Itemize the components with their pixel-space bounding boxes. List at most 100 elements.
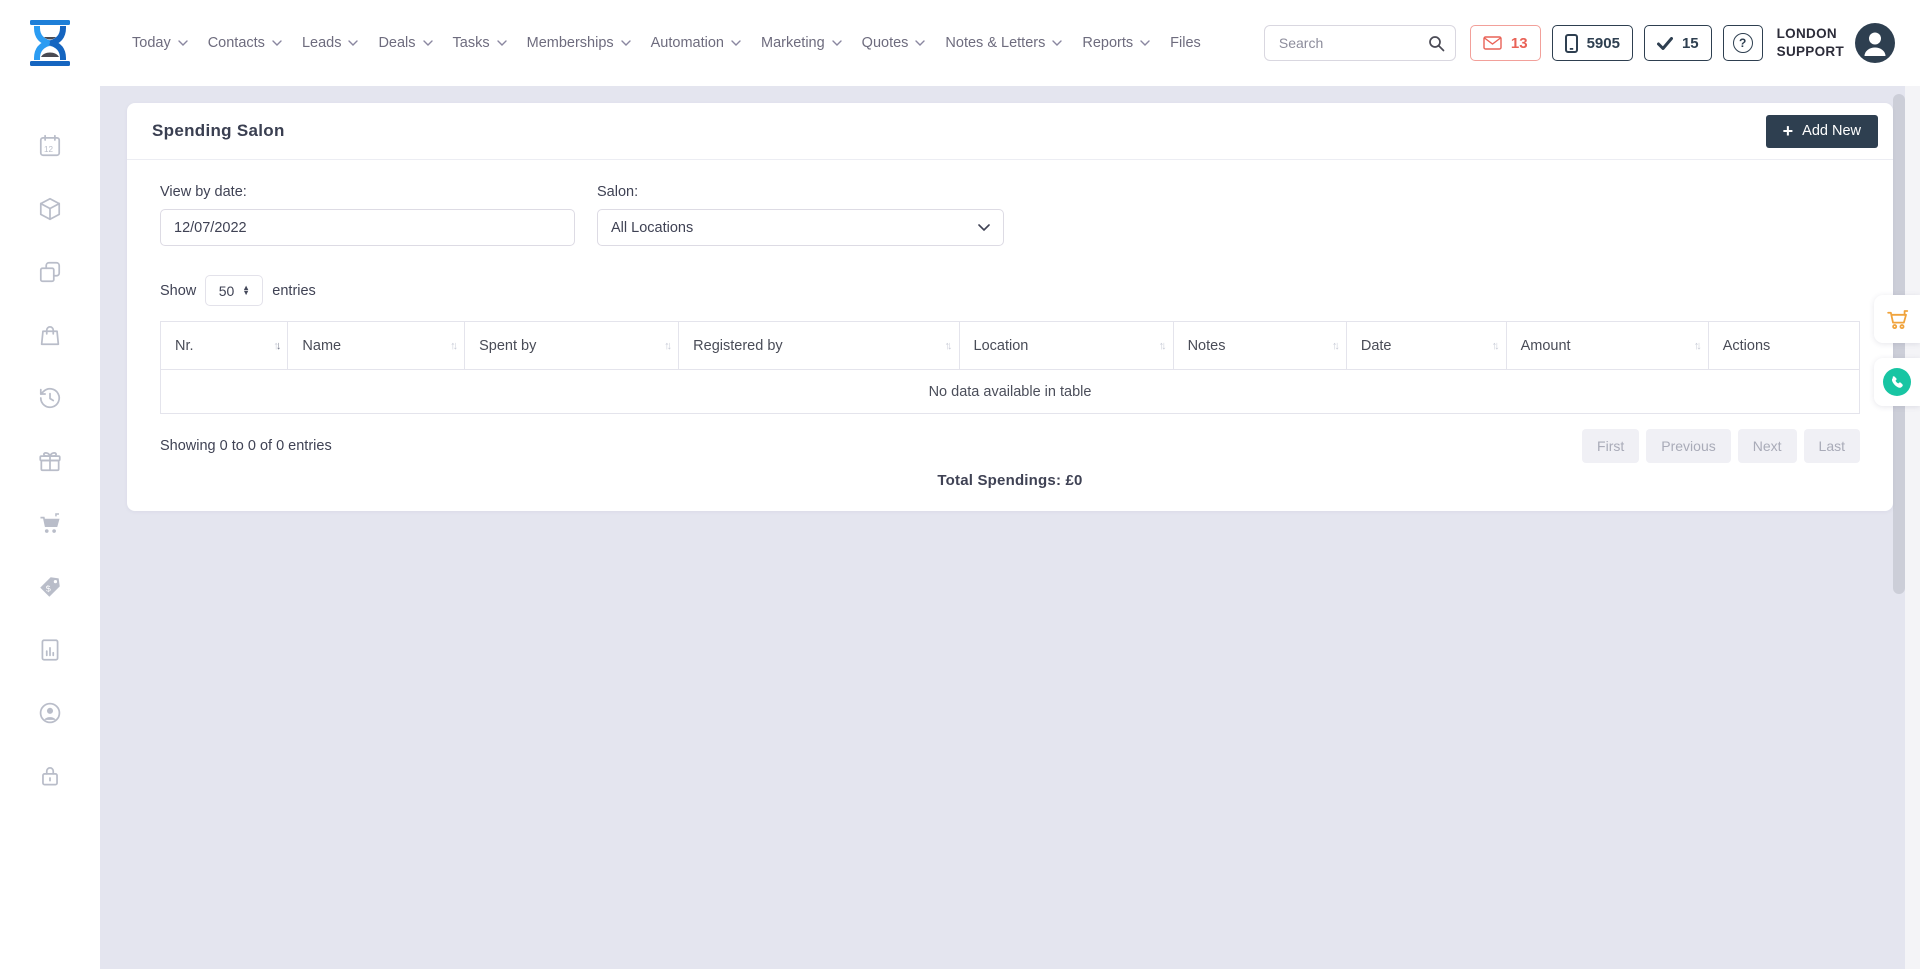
column-header-date[interactable]: Date↑↓ <box>1346 322 1506 370</box>
content-area: Spending Salon + Add New View by date: S… <box>100 86 1920 969</box>
nav-item-quotes[interactable]: Quotes <box>862 35 926 51</box>
search-box <box>1264 25 1456 61</box>
pagination: First Previous Next Last <box>1582 429 1860 463</box>
table-header-row: Nr.↑↓ Name↑↓ Spent by↑↓ Registered by↑↓ … <box>161 322 1860 370</box>
date-input[interactable] <box>160 209 575 246</box>
sidebar-item-products[interactable] <box>37 195 64 222</box>
sidebar-item-cart[interactable] <box>37 510 64 537</box>
column-header-spent-by[interactable]: Spent by↑↓ <box>465 322 679 370</box>
chevron-down-icon <box>1140 40 1150 47</box>
column-header-nr[interactable]: Nr.↑↓ <box>161 322 288 370</box>
entries-select[interactable]: 50 ▲▼ <box>205 275 263 306</box>
app-root: Today Contacts Leads Deals Tasks Members… <box>0 0 1920 969</box>
search-input[interactable] <box>1279 35 1420 51</box>
sort-icon: ↑↓ <box>1492 340 1497 352</box>
messages-badge[interactable]: 13 <box>1470 25 1541 61</box>
salon-select[interactable]: All Locations <box>597 209 1004 246</box>
gift-icon <box>37 448 63 474</box>
package-icon <box>37 196 63 222</box>
question-icon: ? <box>1733 33 1753 53</box>
app-logo[interactable] <box>24 17 76 69</box>
phone-widget-button[interactable] <box>1874 358 1920 406</box>
scrollbar-thumb[interactable] <box>1893 94 1905 594</box>
spending-salon-panel: Spending Salon + Add New View by date: S… <box>127 103 1893 511</box>
sidebar-item-shopping[interactable] <box>37 321 64 348</box>
chevron-down-icon <box>1052 40 1062 47</box>
sidebar-item-pricing[interactable]: $ <box>37 573 64 600</box>
nav-item-automation[interactable]: Automation <box>651 35 741 51</box>
add-new-button[interactable]: + Add New <box>1766 115 1878 148</box>
salon-select-value: All Locations <box>611 220 693 236</box>
nav-item-marketing[interactable]: Marketing <box>761 35 842 51</box>
pagination-previous-button[interactable]: Previous <box>1646 429 1730 463</box>
length-menu-prefix: Show <box>160 283 196 299</box>
chevron-down-icon <box>497 40 507 47</box>
column-header-amount[interactable]: Amount↑↓ <box>1506 322 1708 370</box>
lock-icon <box>37 763 63 789</box>
nav-item-reports[interactable]: Reports <box>1082 35 1150 51</box>
total-spendings: Total Spendings: £0 <box>160 472 1860 489</box>
sidebar-item-security[interactable] <box>37 762 64 789</box>
column-header-name[interactable]: Name↑↓ <box>288 322 465 370</box>
sidebar-item-history[interactable] <box>37 384 64 411</box>
sidebar-item-account[interactable] <box>37 699 64 726</box>
nav-item-deals[interactable]: Deals <box>378 35 432 51</box>
phone-badge[interactable]: 5905 <box>1552 25 1633 61</box>
column-header-notes[interactable]: Notes↑↓ <box>1173 322 1346 370</box>
sidebar-item-duplicates[interactable] <box>37 258 64 285</box>
top-navigation-bar: Today Contacts Leads Deals Tasks Members… <box>0 0 1920 86</box>
nav-item-files[interactable]: Files <box>1170 35 1201 51</box>
user-circle-icon <box>37 700 63 726</box>
sidebar-item-calendar[interactable]: 12 <box>37 132 64 159</box>
history-icon <box>37 385 63 411</box>
nav-item-leads[interactable]: Leads <box>302 35 359 51</box>
sort-icon: ↑↓ <box>450 340 455 352</box>
cart-widget-button[interactable] <box>1874 295 1920 343</box>
pagination-last-button[interactable]: Last <box>1804 429 1860 463</box>
nav-item-notes-letters[interactable]: Notes & Letters <box>945 35 1062 51</box>
tasks-badge[interactable]: 15 <box>1644 25 1712 61</box>
sort-icon: ↑↓ <box>1332 340 1337 352</box>
nav-item-tasks[interactable]: Tasks <box>453 35 507 51</box>
main-nav: Today Contacts Leads Deals Tasks Members… <box>132 35 1201 51</box>
sort-icon: ↑↓ <box>273 340 278 352</box>
entries-select-value: 50 <box>219 283 235 299</box>
pagination-first-button[interactable]: First <box>1582 429 1639 463</box>
tasks-count: 15 <box>1682 35 1699 52</box>
column-header-actions: Actions <box>1708 322 1859 370</box>
spinner-arrows-icon: ▲▼ <box>242 286 249 295</box>
help-badge[interactable]: ? <box>1723 25 1763 61</box>
nav-item-today[interactable]: Today <box>132 35 188 51</box>
nav-item-contacts[interactable]: Contacts <box>208 35 282 51</box>
chevron-down-icon <box>978 224 990 232</box>
sidebar-item-reports[interactable] <box>37 636 64 663</box>
nav-item-memberships[interactable]: Memberships <box>527 35 631 51</box>
user-name: LONDON SUPPORT <box>1777 25 1844 61</box>
cart-icon <box>1885 307 1910 332</box>
messages-count: 13 <box>1511 35 1528 52</box>
column-header-registered-by[interactable]: Registered by↑↓ <box>679 322 959 370</box>
sort-icon: ↑↓ <box>1159 340 1164 352</box>
chevron-down-icon <box>832 40 842 47</box>
avatar[interactable] <box>1854 22 1896 64</box>
chevron-down-icon <box>423 40 433 47</box>
sort-icon: ↑↓ <box>664 340 669 352</box>
svg-text:12: 12 <box>44 144 54 153</box>
scrollbar-track <box>1905 86 1920 969</box>
date-filter-label: View by date: <box>160 184 575 200</box>
table-footer: Showing 0 to 0 of 0 entries First Previo… <box>160 429 1860 463</box>
header-badges: 13 5905 15 ? <box>1470 25 1763 61</box>
column-header-location[interactable]: Location↑↓ <box>959 322 1173 370</box>
chevron-down-icon <box>731 40 741 47</box>
chevron-down-icon <box>621 40 631 47</box>
pagination-next-button[interactable]: Next <box>1738 429 1797 463</box>
user-menu[interactable]: LONDON SUPPORT <box>1777 22 1896 64</box>
chevron-down-icon <box>348 40 358 47</box>
sort-icon: ↑↓ <box>945 340 950 352</box>
calendar-icon: 12 <box>37 133 63 159</box>
salon-filter-label: Salon: <box>597 184 1004 200</box>
sidebar-item-gifts[interactable] <box>37 447 64 474</box>
empty-table-message: No data available in table <box>161 370 1860 414</box>
search-icon[interactable] <box>1428 35 1445 52</box>
chevron-down-icon <box>915 40 925 47</box>
